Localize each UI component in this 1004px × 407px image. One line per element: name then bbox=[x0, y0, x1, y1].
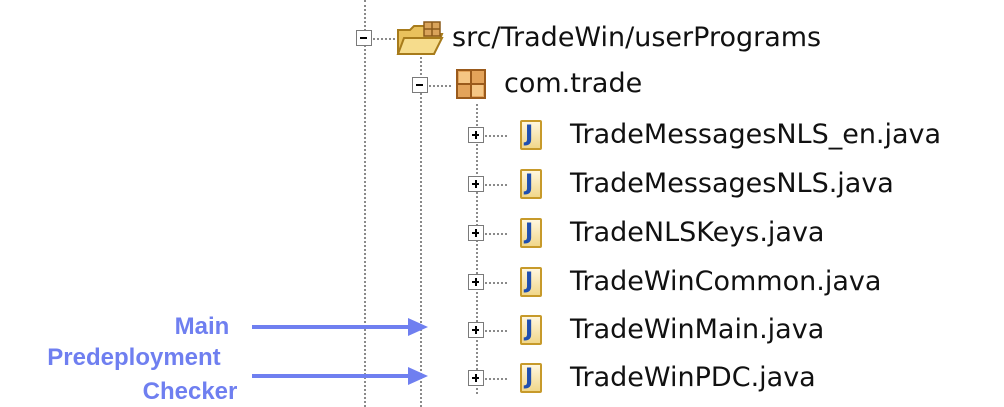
callout-predeployment: Predeployment bbox=[47, 344, 221, 371]
file-label[interactable]: TradeWinPDC.java bbox=[570, 362, 816, 394]
source-folder-label[interactable]: src/TradeWin/userPrograms bbox=[452, 22, 821, 54]
file-label[interactable]: TradeMessagesNLS.java bbox=[570, 168, 894, 200]
java-file-icon: J bbox=[520, 169, 542, 199]
package-folder-icon bbox=[396, 21, 444, 55]
tree-guide-line bbox=[364, 0, 366, 407]
expand-toggle[interactable] bbox=[468, 127, 484, 143]
tree-connector bbox=[485, 282, 507, 284]
java-file-icon: J bbox=[520, 315, 542, 345]
file-label[interactable]: TradeNLSKeys.java bbox=[570, 217, 824, 249]
callout-main: Main bbox=[174, 313, 230, 340]
tree-guide-line bbox=[420, 52, 422, 407]
tree-connector bbox=[373, 38, 395, 40]
file-label[interactable]: TradeMessagesNLS_en.java bbox=[570, 119, 941, 151]
collapse-toggle-source-folder[interactable] bbox=[356, 30, 372, 46]
tree-connector bbox=[485, 330, 507, 332]
tree-guide-line bbox=[476, 104, 478, 394]
package-icon bbox=[456, 69, 486, 99]
file-label[interactable]: TradeWinCommon.java bbox=[570, 266, 881, 298]
java-file-icon: J bbox=[520, 120, 542, 150]
expand-toggle[interactable] bbox=[468, 225, 484, 241]
tree-connector bbox=[485, 184, 507, 186]
java-file-icon: J bbox=[520, 267, 542, 297]
tree-connector bbox=[485, 135, 507, 137]
collapse-toggle-package[interactable] bbox=[412, 77, 428, 93]
file-label[interactable]: TradeWinMain.java bbox=[570, 314, 824, 346]
expand-toggle[interactable] bbox=[468, 274, 484, 290]
java-file-icon: J bbox=[520, 363, 542, 393]
expand-toggle[interactable] bbox=[468, 370, 484, 386]
java-file-icon: J bbox=[520, 218, 542, 248]
arrow-icon bbox=[252, 367, 428, 385]
tree-connector bbox=[485, 233, 507, 235]
tree-connector bbox=[485, 378, 507, 380]
callout-checker: Checker bbox=[142, 378, 238, 405]
arrow-icon bbox=[252, 318, 428, 336]
package-label[interactable]: com.trade bbox=[504, 68, 642, 100]
expand-toggle[interactable] bbox=[468, 322, 484, 338]
expand-toggle[interactable] bbox=[468, 176, 484, 192]
tree-connector bbox=[429, 85, 451, 87]
